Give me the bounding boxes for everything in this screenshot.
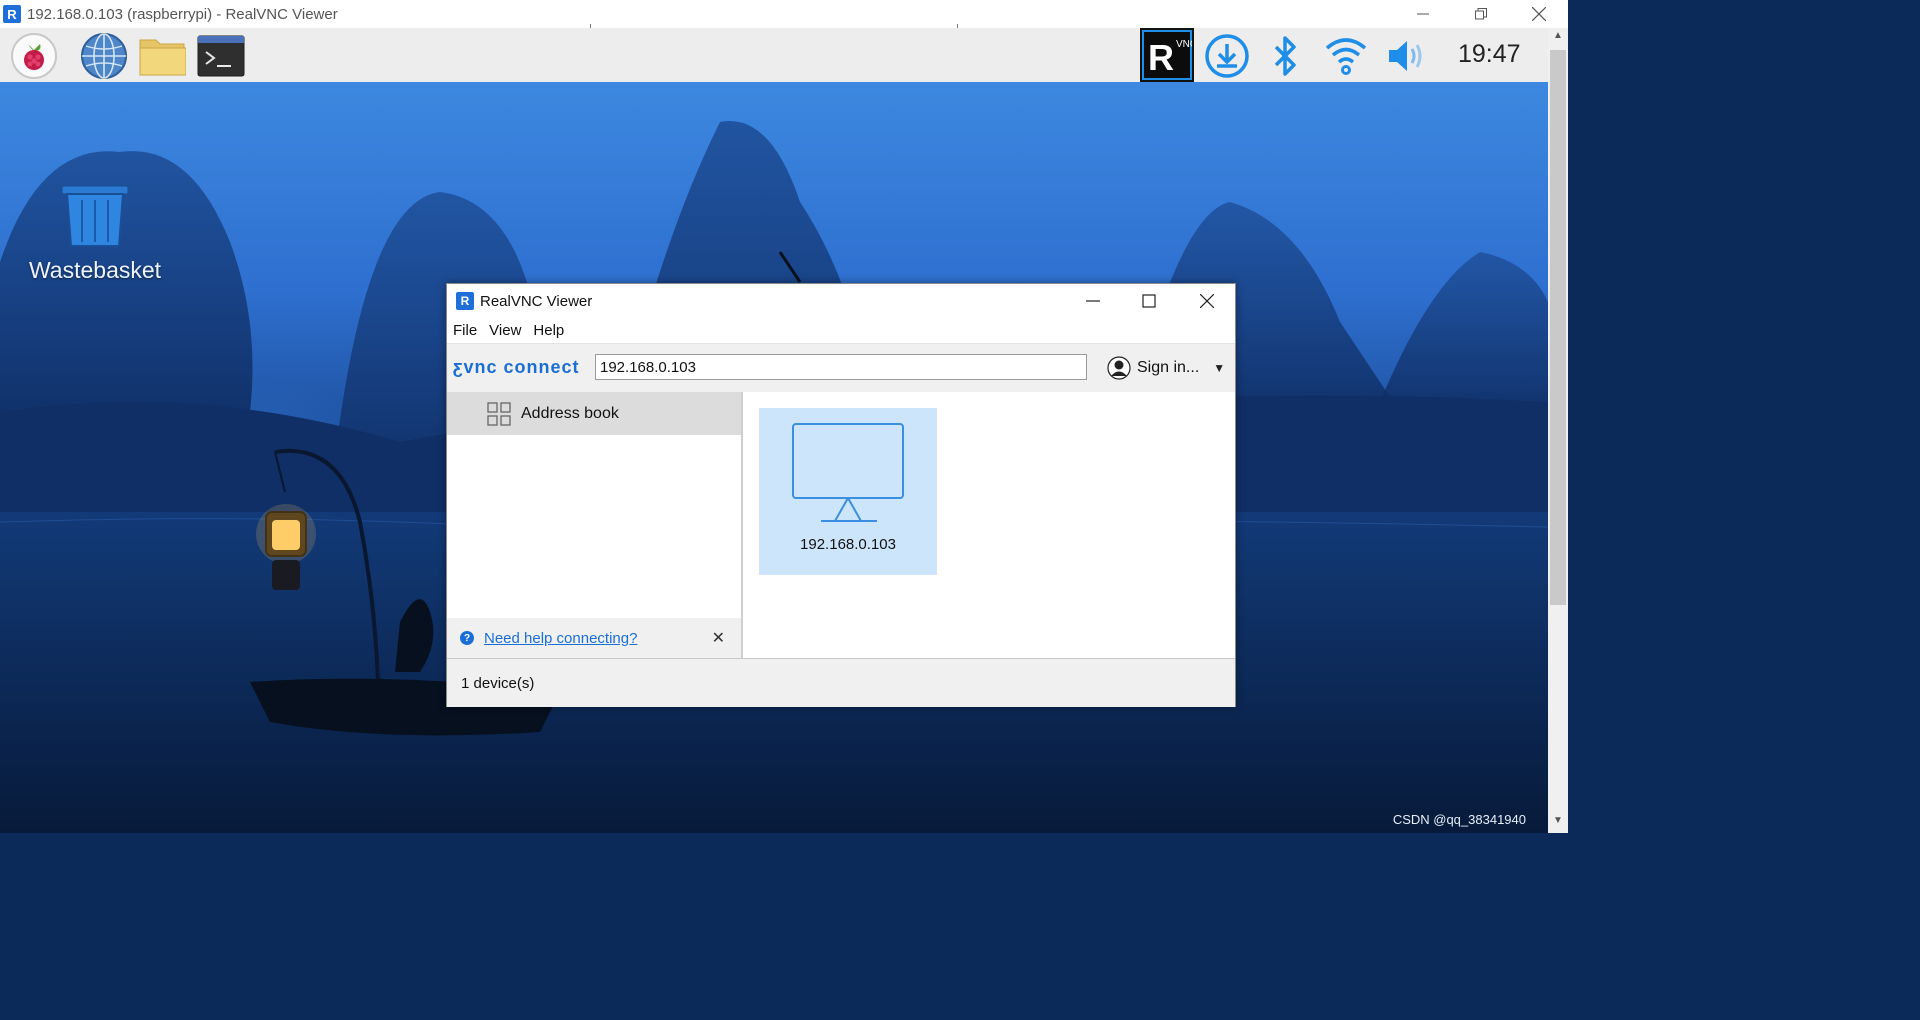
dialog-maximize-button[interactable] [1121, 284, 1177, 318]
device-name: 192.168.0.103 [800, 536, 896, 553]
sidebar-item-label: Address book [521, 404, 619, 422]
vertical-scrollbar[interactable]: ▲ ▼ [1548, 28, 1568, 833]
scroll-up-icon[interactable]: ▲ [1548, 30, 1568, 46]
realvnc-icon: R [456, 292, 474, 310]
terminal-button[interactable] [197, 32, 245, 80]
realvnc-app-icon: R [3, 5, 21, 23]
updater-icon [1205, 34, 1249, 78]
close-button[interactable] [1510, 0, 1568, 28]
close-help-icon[interactable]: ✕ [712, 628, 725, 648]
window-title: 192.168.0.103 (raspberrypi) - RealVNC Vi… [27, 5, 338, 23]
dialog-title: RealVNC Viewer [480, 292, 593, 310]
volume-icon [1389, 41, 1422, 71]
close-icon [1200, 294, 1214, 308]
monitor-icon [792, 423, 904, 522]
pi-taskbar: R VNC 19:47 [0, 28, 1548, 83]
minimize-button[interactable] [1394, 0, 1452, 28]
wifi-icon [1325, 38, 1367, 75]
volume-tray-button[interactable] [1384, 32, 1428, 80]
svg-text:R: R [1148, 37, 1174, 78]
menu-help[interactable]: Help [533, 322, 564, 339]
web-browser-icon [81, 33, 127, 79]
status-bar: 1 device(s) [447, 658, 1235, 707]
dialog-close-button[interactable] [1179, 284, 1235, 318]
device-count: 1 device(s) [461, 674, 535, 692]
dialog-titlebar[interactable]: R RealVNC Viewer [447, 284, 1235, 318]
vnc-server-label: VNC [1176, 39, 1192, 50]
scrollbar-thumb[interactable] [1550, 50, 1566, 605]
file-manager-icon [139, 39, 186, 76]
minimize-icon [1417, 13, 1429, 15]
grid-icon [487, 401, 511, 426]
address-input[interactable] [595, 354, 1087, 380]
wastebasket-desktop-icon[interactable]: Wastebasket [20, 184, 170, 284]
minimize-icon [1086, 300, 1100, 302]
maximize-icon [1142, 294, 1156, 308]
bluetooth-icon [1274, 36, 1296, 76]
close-icon [1532, 7, 1546, 21]
raspberry-menu-icon [11, 33, 57, 79]
user-avatar-icon [1107, 356, 1131, 380]
vnc-server-tray-button[interactable]: R VNC [1140, 28, 1194, 82]
wifi-tray-button[interactable] [1322, 32, 1370, 80]
realvnc-viewer-dialog: R RealVNC Viewer File View Help ƹvnc con… [446, 283, 1236, 707]
menu-bar: File View Help [447, 318, 1235, 342]
chevron-down-icon: ▼ [1213, 361, 1226, 375]
device-tile[interactable]: 192.168.0.103 [759, 408, 937, 575]
terminal-icon [197, 35, 245, 77]
help-bar: ? Need help connecting? ✕ [447, 618, 741, 658]
vnc-connect-logo: ƹvnc connect [453, 357, 580, 377]
updater-tray-button[interactable] [1203, 32, 1251, 80]
clock[interactable]: 19:47 [1458, 40, 1521, 69]
dialog-minimize-button[interactable] [1065, 284, 1121, 318]
watermark: CSDN @qq_38341940 [1392, 812, 1526, 827]
file-manager-button[interactable] [138, 32, 186, 80]
help-icon: ? [460, 631, 474, 645]
sidebar: Address book ? Need help connecting? ✕ [447, 392, 743, 658]
bluetooth-tray-button[interactable] [1264, 32, 1306, 80]
sidebar-item-address-book[interactable]: Address book [447, 392, 741, 435]
device-list: 192.168.0.103 [743, 392, 1235, 658]
need-help-link[interactable]: Need help connecting? [484, 630, 637, 647]
vnc-server-icon: R VNC [1142, 30, 1192, 80]
scroll-down-icon[interactable]: ▼ [1548, 815, 1568, 831]
wastebasket-icon [61, 185, 129, 247]
raspberry-menu-button[interactable] [10, 32, 58, 80]
restore-button[interactable] [1452, 0, 1510, 28]
sign-in-label: Sign in... [1137, 359, 1200, 376]
connect-bar: ƹvnc connect Sign in... ▼ [447, 343, 1235, 393]
restore-icon [1475, 8, 1487, 20]
menu-file[interactable]: File [453, 322, 477, 339]
wastebasket-label: Wastebasket [28, 257, 162, 283]
web-browser-button[interactable] [80, 32, 128, 80]
sign-in-button[interactable]: Sign in... ▼ [1107, 356, 1225, 380]
menu-view[interactable]: View [489, 322, 521, 339]
